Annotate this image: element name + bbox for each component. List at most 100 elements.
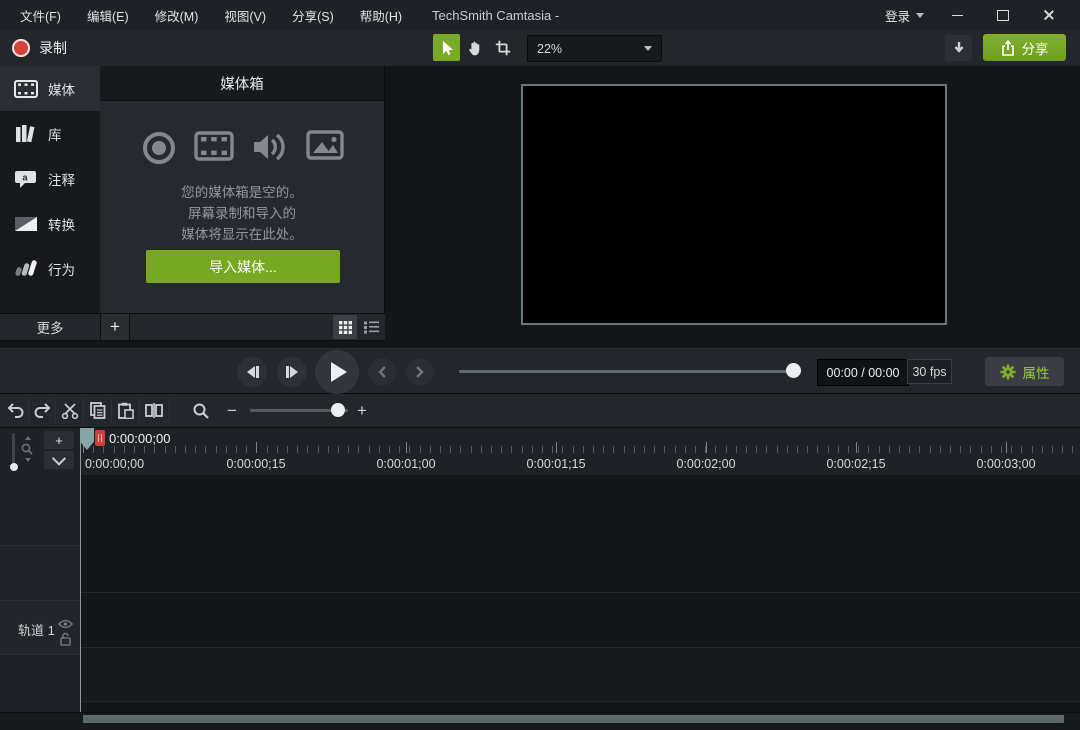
- window-title: TechSmith Camtasia -: [432, 7, 560, 23]
- next-frame-icon: [285, 366, 298, 378]
- add-track-button[interactable]: +: [44, 431, 74, 449]
- timeline-tracks-area[interactable]: [81, 475, 1080, 712]
- zoom-in-button[interactable]: +: [352, 394, 372, 427]
- undo-button[interactable]: [2, 394, 28, 427]
- timeline-ruler[interactable]: 0:00:00;00 0:00:00;15 0:00:01;00 0:00:01;15…: [80, 428, 1080, 475]
- sign-in-button[interactable]: 登录: [875, 0, 934, 30]
- chevron-down-icon: [644, 46, 652, 51]
- download-arrow-icon: [954, 42, 963, 53]
- canvas-tools: [433, 34, 516, 61]
- jump-forward-button[interactable]: [406, 358, 434, 386]
- properties-button[interactable]: 属性: [985, 357, 1064, 386]
- redo-icon: [34, 403, 50, 418]
- cursor-tool-button[interactable]: [433, 34, 460, 61]
- playhead-time-label: 0:00:00;00: [109, 431, 171, 446]
- pan-tool-button[interactable]: [461, 34, 488, 61]
- list-view-button[interactable]: [359, 315, 383, 339]
- grid-view-button[interactable]: [333, 315, 357, 339]
- zoom-out-button[interactable]: −: [222, 394, 242, 427]
- track1-label: 轨道 1: [18, 623, 55, 638]
- menu-file[interactable]: 文件(F): [8, 0, 73, 30]
- play-icon: [331, 362, 347, 382]
- maximize-button[interactable]: [980, 0, 1026, 30]
- title-bar: 文件(F) 编辑(E) 修改(M) 视图(V) 分享(S) 帮助(H) Tech…: [0, 0, 1080, 30]
- next-frame-button[interactable]: [277, 357, 307, 387]
- canvas-zoom-select[interactable]: 22%: [527, 35, 662, 62]
- separator: [169, 398, 170, 423]
- maximize-icon: [997, 9, 1009, 21]
- audio-icon: [253, 133, 285, 161]
- play-button[interactable]: [315, 350, 359, 394]
- sidebar-item-annotations[interactable]: a 注释: [0, 156, 100, 201]
- copy-icon: [89, 402, 105, 419]
- track-divider: [81, 592, 1080, 593]
- sidebar-item-behaviors[interactable]: 行为: [0, 246, 100, 291]
- ruler-time-label: 0:00:00;15: [226, 457, 286, 471]
- menu-share[interactable]: 分享(S): [280, 0, 346, 30]
- mini-magnifier-icon: [21, 443, 33, 455]
- record-button[interactable]: 录制: [8, 30, 71, 66]
- playback-slider-track[interactable]: [459, 370, 799, 373]
- more-tabs-button[interactable]: 更多: [0, 317, 100, 337]
- timeline-toolbar: − +: [0, 394, 1080, 428]
- track-height-control[interactable]: [10, 433, 36, 473]
- main-toolbar: 录制 22% 分享: [0, 30, 1080, 67]
- ruler-time-label: 0:00:02;00: [676, 457, 736, 471]
- sidebar-item-media[interactable]: 媒体: [0, 66, 100, 111]
- paste-button[interactable]: [112, 394, 139, 427]
- image-icon: [305, 130, 344, 160]
- track-height-slider-thumb[interactable]: [10, 463, 18, 471]
- crop-icon: [495, 40, 510, 55]
- eye-icon[interactable]: [58, 619, 73, 629]
- playhead-handle[interactable]: [95, 430, 105, 446]
- track1-lane[interactable]: [81, 647, 1080, 702]
- canvas-stage[interactable]: [386, 66, 1080, 348]
- jump-back-button[interactable]: [368, 358, 396, 386]
- share-icon: [1001, 39, 1014, 56]
- previous-frame-button[interactable]: [237, 357, 267, 387]
- share-button[interactable]: 分享: [983, 34, 1066, 61]
- track1-header[interactable]: 轨道 1: [0, 600, 80, 655]
- close-button[interactable]: [1026, 0, 1072, 30]
- menu-help[interactable]: 帮助(H): [348, 0, 414, 30]
- crop-tool-button[interactable]: [489, 34, 516, 61]
- sidebar-item-library[interactable]: 库: [0, 111, 100, 156]
- lock-icon[interactable]: [60, 632, 71, 646]
- horizontal-scrollbar[interactable]: [83, 715, 1064, 723]
- timeline-zoom-button[interactable]: [188, 394, 214, 427]
- record-circle-icon: [142, 132, 175, 164]
- video-preview[interactable]: [521, 84, 947, 325]
- annotation-icon: a: [13, 169, 39, 189]
- record-icon: [12, 39, 30, 57]
- chevron-down-icon: [916, 12, 924, 18]
- track-options-button[interactable]: [44, 451, 74, 469]
- grid-view-icon: [338, 320, 352, 334]
- timeline-zoom-slider-thumb[interactable]: [331, 403, 345, 417]
- paste-icon: [117, 402, 134, 419]
- import-media-label: 导入媒体...: [209, 258, 277, 275]
- copy-button[interactable]: [84, 394, 111, 427]
- redo-button[interactable]: [29, 394, 55, 427]
- export-button[interactable]: [945, 35, 972, 61]
- playback-slider-thumb[interactable]: [786, 363, 801, 378]
- menu-modify[interactable]: 修改(M): [143, 0, 211, 30]
- time-display: 00:00 / 00:00: [817, 359, 909, 386]
- media-bin-title: 媒体箱: [220, 76, 264, 93]
- tools-sidebar: 媒体 库 a 注释 转换 行为: [0, 66, 101, 313]
- timeline-header-column: + 轨道 1: [0, 428, 81, 712]
- menu-view[interactable]: 视图(V): [212, 0, 278, 30]
- sidebar-item-transitions[interactable]: 转换: [0, 201, 100, 246]
- menu-edit[interactable]: 编辑(E): [75, 0, 141, 30]
- add-tab-button[interactable]: +: [100, 314, 130, 340]
- ruler-time-label: 0:00:01;00: [376, 457, 436, 471]
- menu-bar: 文件(F) 编辑(E) 修改(M) 视图(V) 分享(S) 帮助(H): [8, 0, 414, 30]
- sidebar-item-label: 库: [48, 127, 62, 143]
- track-height-slider[interactable]: [12, 433, 15, 467]
- split-button[interactable]: [140, 394, 168, 427]
- cut-button[interactable]: [56, 394, 83, 427]
- minimize-button[interactable]: [934, 0, 980, 30]
- media-bin-header: 媒体箱: [100, 66, 384, 101]
- import-media-button[interactable]: 导入媒体...: [146, 250, 340, 283]
- sidebar-item-label: 媒体: [48, 82, 75, 98]
- fps-display[interactable]: 30 fps: [907, 359, 952, 384]
